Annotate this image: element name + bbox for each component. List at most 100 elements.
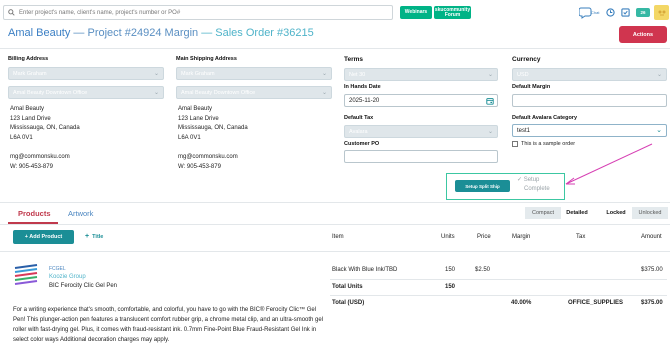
address-line: Amal Beauty xyxy=(10,106,45,112)
webinars-button[interactable]: Webinars xyxy=(400,6,432,19)
annotation-arrow-icon xyxy=(565,143,653,185)
chevron-down-icon: ⌄ xyxy=(153,71,159,77)
in-hands-date-label: In Hands Date xyxy=(344,84,381,90)
header-divider xyxy=(0,48,670,49)
billing-contact-info: mg@commonsku.com W: 905-453-879 xyxy=(10,153,70,172)
shipping-contact-select[interactable]: Mark Graham ⌄ xyxy=(176,67,332,80)
currency-value: USD xyxy=(517,71,529,78)
billing-contact-value: Mark Graham xyxy=(13,70,47,77)
currency-select[interactable]: USD ⌄ xyxy=(512,68,667,81)
address-line: 123 Land Drive xyxy=(10,115,51,122)
avalara-category-select[interactable]: test1 ⌄ xyxy=(512,124,667,137)
tab-artwork[interactable]: Artwork xyxy=(68,209,93,218)
total-units-value: 150 xyxy=(445,284,456,290)
clock-icon xyxy=(606,8,615,17)
chevron-down-icon: ⌄ xyxy=(656,72,662,78)
table-header-divider xyxy=(0,251,670,252)
billing-address-label: Billing Address xyxy=(8,56,49,62)
clock-button[interactable] xyxy=(606,8,615,19)
product-code-link[interactable]: FCGEL xyxy=(49,266,66,272)
plus-icon: + xyxy=(85,233,90,240)
locked-toggle[interactable]: Locked xyxy=(601,207,631,219)
chevron-down-icon: ⌄ xyxy=(321,90,327,96)
in-hands-date-value: 2025-11-20 xyxy=(349,97,380,104)
add-product-button[interactable]: + Add Product xyxy=(13,230,74,244)
address-line: Mississauga, ON, Canada xyxy=(178,125,248,131)
shipping-contact-info: mg@commonsku.com W: 905-453-879 xyxy=(178,153,238,172)
detailed-view-toggle[interactable]: Detailed xyxy=(562,207,592,219)
terms-label: Terms xyxy=(344,56,364,63)
column-header-units: Units xyxy=(441,234,455,240)
billing-office-select[interactable]: Amal Beauty Downtown Office ⌄ xyxy=(8,86,164,99)
chevron-down-icon: ⌄ xyxy=(487,129,493,135)
terms-value: Net 30 xyxy=(349,71,366,78)
complete-line: Complete xyxy=(524,186,550,192)
tasks-button[interactable] xyxy=(621,8,630,19)
shipping-address-label: Main Shipping Address xyxy=(176,56,237,62)
chat-label: Chat xyxy=(591,10,600,15)
search-placeholder: Enter project's name, client's name, pro… xyxy=(19,9,181,16)
address-line: Amal Beauty xyxy=(178,106,213,112)
compact-view-toggle[interactable]: Compact xyxy=(525,207,561,219)
community-forum-button[interactable]: skucommunity Forum xyxy=(434,6,471,19)
column-header-margin: Margin xyxy=(512,234,531,240)
billing-contact-select[interactable]: Mark Graham ⌄ xyxy=(8,67,164,80)
shipping-contact-value: Mark Graham xyxy=(181,70,215,77)
column-header-tax: Tax xyxy=(576,234,586,240)
client-name-link[interactable]: Amal Beauty xyxy=(8,27,70,39)
pen-product-icon xyxy=(14,264,38,285)
email-text: mg@commonsku.com xyxy=(178,154,238,160)
column-header-amount: Amount xyxy=(641,234,662,240)
column-header-item: Item xyxy=(332,234,344,240)
actions-button[interactable]: Actions xyxy=(619,26,667,43)
tab-divider xyxy=(0,224,670,225)
global-search-input[interactable]: Enter project's name, client's name, pro… xyxy=(3,5,393,20)
chevron-down-icon: ⌄ xyxy=(153,90,159,96)
terms-select[interactable]: Net 30 ⌄ xyxy=(344,68,498,81)
chevron-down-icon: ⌄ xyxy=(656,127,662,134)
item-price: $2.50 xyxy=(475,267,491,273)
default-tax-label: Default Tax xyxy=(344,115,374,121)
shipping-office-select[interactable]: Amal Beauty Downtown Office ⌄ xyxy=(176,86,332,99)
customer-po-label: Customer PO xyxy=(344,141,380,147)
section-divider xyxy=(0,202,670,203)
product-description: For a writing experience that's smooth, … xyxy=(13,307,324,343)
address-line: 123 Lane Drive xyxy=(178,115,219,122)
address-line: L6A 0V1 xyxy=(178,134,201,141)
unlocked-toggle[interactable]: Unlocked xyxy=(632,207,668,219)
total-margin: 40.00% xyxy=(511,300,532,306)
default-margin-label: Default Margin xyxy=(512,84,551,90)
product-image[interactable] xyxy=(13,262,39,288)
calendar-icon[interactable] xyxy=(486,97,494,105)
setup-split-ship-button[interactable]: Setup Split Ship xyxy=(455,180,510,192)
phone-text: W: 905-453-879 xyxy=(178,163,221,170)
currency-label: Currency xyxy=(512,56,541,63)
row-divider xyxy=(330,295,667,296)
column-header-price: Price xyxy=(477,234,491,240)
billing-address-block: Amal Beauty 123 Land Drive Mississauga, … xyxy=(10,105,80,143)
address-line: L6A 0V1 xyxy=(10,134,33,141)
search-icon xyxy=(8,9,15,16)
avalara-category-value: test1 xyxy=(517,127,531,134)
chevron-down-icon: ⌄ xyxy=(321,71,327,77)
default-margin-input[interactable] xyxy=(512,94,667,107)
product-name: BIC Ferocity Clic Gel Pen xyxy=(49,283,118,289)
shipping-address-block: Amal Beauty 123 Lane Drive Mississauga, … xyxy=(178,105,248,143)
total-tax: OFFICE_SUPPLIES xyxy=(568,300,624,306)
sample-order-checkbox[interactable] xyxy=(512,141,518,147)
in-hands-date-input[interactable]: 2025-11-20 xyxy=(344,94,498,107)
setup-complete-status: ✓ Setup Complete xyxy=(517,176,550,194)
customer-po-input[interactable] xyxy=(344,150,498,163)
supplier-link[interactable]: Koozie Group xyxy=(49,274,86,280)
total-usd-label: Total (USD) xyxy=(332,300,365,306)
user-avatar[interactable] xyxy=(654,5,669,20)
notifications-badge[interactable]: 26 xyxy=(636,8,650,17)
sales-order-title: — Sales Order #36215 xyxy=(198,27,314,39)
tab-products[interactable]: Products xyxy=(18,209,51,218)
item-units: 150 xyxy=(445,267,456,273)
address-line: Mississauga, ON, Canada xyxy=(10,125,80,131)
add-title-button[interactable]: + Title xyxy=(85,233,103,240)
default-avalara-category-label: Default Avalara Category xyxy=(512,115,578,121)
default-tax-select[interactable]: Avalara ⌄ xyxy=(344,125,498,138)
check-icon: ✓ xyxy=(517,177,524,183)
